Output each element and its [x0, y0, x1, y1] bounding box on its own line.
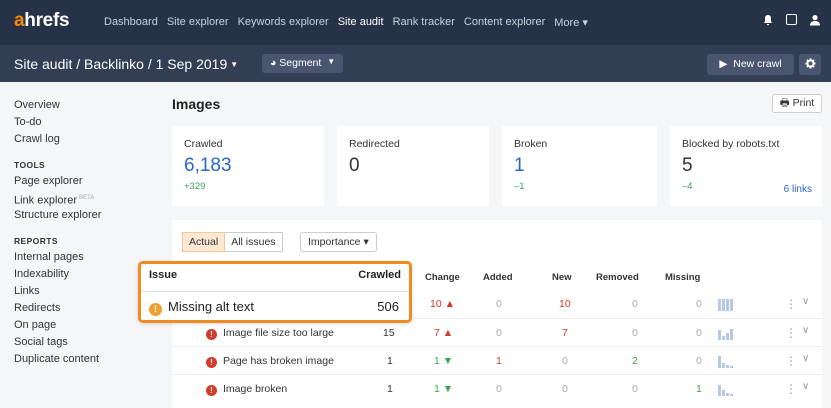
importance-dropdown[interactable]: Importance ▾: [300, 232, 377, 252]
print-button[interactable]: 🖶 Print: [772, 94, 822, 113]
warning-icon: !: [149, 303, 162, 316]
nav-site-explorer[interactable]: Site explorer: [167, 16, 229, 29]
col-change[interactable]: Change: [425, 272, 460, 283]
tab-all-issues[interactable]: All issues: [225, 232, 283, 252]
sidebar-item-link-explorer[interactable]: Link explorer BETA: [14, 190, 160, 207]
card-crawled: Crawled 6,183 +329: [172, 126, 324, 206]
chevron-down-icon: ▼: [230, 60, 239, 69]
chevron-down-icon[interactable]: ∨: [802, 381, 809, 392]
more-options-icon[interactable]: ⋮: [785, 382, 797, 396]
sidebar-item-duplicate-content[interactable]: Duplicate content: [14, 351, 160, 368]
table-row[interactable]: ! Image broken 1 1 ▼ 0 0 0 1 ⋮ ∨: [172, 374, 822, 402]
error-icon: !: [206, 357, 217, 368]
chevron-down-icon[interactable]: ∨: [802, 353, 809, 364]
issue-filter-tabs: Actual All issues: [182, 232, 283, 252]
crawled-value[interactable]: 6,183: [184, 155, 312, 177]
col-added[interactable]: Added: [483, 272, 513, 283]
pie-icon: ◕: [270, 57, 277, 69]
sidebar-item-social-tags[interactable]: Social tags: [14, 334, 160, 351]
tab-actual[interactable]: Actual: [182, 232, 226, 252]
sidebar-section-tools: TOOLS: [14, 160, 46, 170]
beta-badge: BETA: [78, 195, 95, 201]
error-icon: !: [206, 329, 217, 340]
col-new[interactable]: New: [552, 272, 572, 283]
highlighted-issue-callout: Issue Crawled ! Missing alt text 506: [138, 261, 412, 323]
more-options-icon[interactable]: ⋮: [785, 354, 797, 368]
trend-sparkline: [718, 385, 733, 396]
trend-sparkline: [718, 329, 733, 340]
nav-dashboard[interactable]: Dashboard: [104, 16, 158, 29]
gear-icon: [804, 58, 816, 69]
issue-missing-alt-text[interactable]: ! Missing alt text: [149, 299, 254, 316]
play-icon: ▶: [719, 58, 728, 70]
col-missing[interactable]: Missing: [665, 272, 700, 283]
sidebar-item-overview[interactable]: Overview: [14, 97, 160, 114]
ahrefs-logo[interactable]: ahrefs: [14, 10, 70, 32]
col-crawled[interactable]: Crawled: [358, 269, 401, 281]
nav-site-audit[interactable]: Site audit: [338, 16, 384, 29]
bell-icon[interactable]: [762, 14, 774, 26]
col-removed[interactable]: Removed: [596, 272, 639, 283]
nav-keywords-explorer[interactable]: Keywords explorer: [238, 16, 329, 29]
blocked-links-link[interactable]: 6 links: [784, 184, 812, 195]
nav-rank-tracker[interactable]: Rank tracker: [393, 16, 455, 29]
card-broken: Broken 1 –1: [502, 126, 657, 206]
new-crawl-button[interactable]: ▶ New crawl: [707, 54, 794, 75]
card-redirected: Redirected 0: [337, 126, 489, 206]
more-options-icon[interactable]: ⋮: [785, 297, 797, 311]
trend-sparkline: [718, 299, 733, 311]
broken-value[interactable]: 1: [514, 155, 645, 177]
top-nav: ahrefs Dashboard Site explorer Keywords …: [0, 0, 831, 45]
sidebar-item-todo[interactable]: To-do: [14, 114, 160, 131]
sidebar-item-crawl-log[interactable]: Crawl log: [14, 131, 160, 148]
error-icon: !: [206, 385, 217, 396]
more-options-icon[interactable]: ⋮: [785, 326, 797, 340]
table-row[interactable]: ! Page has broken image 1 1 ▼ 1 0 2 0 ⋮ ∨: [172, 346, 822, 374]
user-icon[interactable]: [809, 14, 821, 26]
nav-content-explorer[interactable]: Content explorer: [464, 16, 545, 29]
chevron-down-icon[interactable]: ∨: [802, 296, 809, 307]
trend-sparkline: [718, 356, 733, 368]
sidebar-section-reports: REPORTS: [14, 236, 58, 246]
window-icon[interactable]: [786, 14, 797, 25]
chevron-down-icon[interactable]: ∨: [802, 325, 809, 336]
printer-icon: 🖶: [779, 97, 790, 109]
segment-button[interactable]: ◕ Segment ▼: [262, 54, 344, 73]
missing-alt-crawled-count[interactable]: 506: [377, 299, 399, 314]
sidebar-item-structure-explorer[interactable]: Structure explorer: [14, 207, 160, 224]
nav-more[interactable]: More ▾: [554, 16, 588, 29]
sidebar: Overview To-do Crawl log TOOLS Page expl…: [0, 82, 160, 408]
card-blocked-robots: Blocked by robots.txt 5 –4 6 links: [670, 126, 822, 206]
chevron-down-icon: ▼: [327, 57, 336, 66]
project-bar: Site audit / Backlinko / 1 Sep 2019 ▼ ◕ S…: [0, 45, 831, 82]
settings-button[interactable]: [799, 54, 821, 75]
page-title: Images: [172, 96, 221, 112]
main-nav-links: Dashboard Site explorer Keywords explore…: [104, 16, 597, 29]
breadcrumb[interactable]: Site audit / Backlinko / 1 Sep 2019 ▼: [14, 56, 238, 72]
col-issue[interactable]: Issue: [149, 269, 177, 281]
sidebar-item-page-explorer[interactable]: Page explorer: [14, 173, 160, 190]
